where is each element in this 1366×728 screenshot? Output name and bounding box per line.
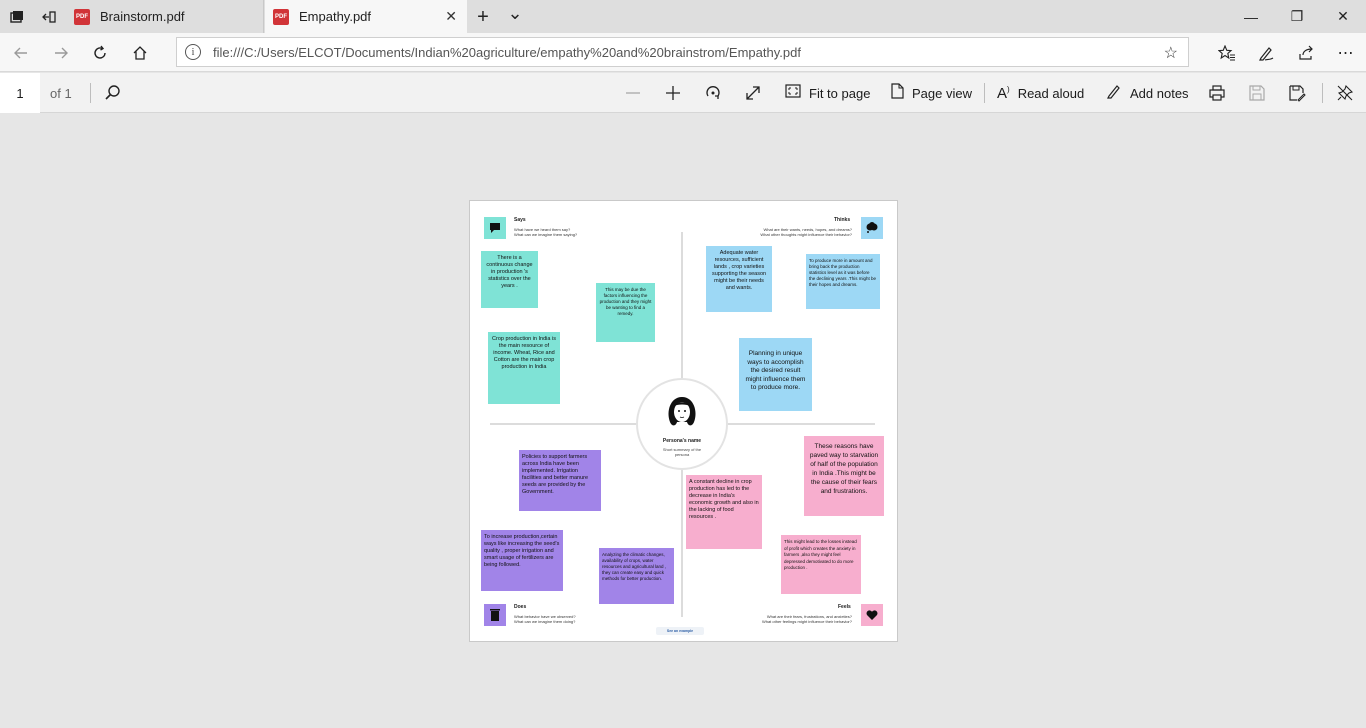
feels-desc-2: What other feelings might influence thei… — [761, 619, 852, 624]
fit-to-page-label: Fit to page — [809, 85, 871, 101]
tab-label: Empathy.pdf — [299, 9, 372, 24]
minimize-button[interactable]: — — [1228, 0, 1274, 33]
sticky-note: Policies to support farmers across India… — [519, 450, 601, 511]
tab-label: Brainstorm.pdf — [100, 9, 185, 24]
maximize-button[interactable]: ❐ — [1274, 0, 1320, 33]
pdf-file-icon: PDF — [273, 8, 289, 25]
tab-brainstorm[interactable]: PDF Brainstorm.pdf — [66, 0, 264, 33]
pin-icon — [1337, 84, 1354, 101]
tab-empathy[interactable]: PDF Empathy.pdf ✕ — [265, 0, 467, 33]
new-tab-icon[interactable]: + — [472, 6, 494, 28]
favorite-star-icon[interactable]: ☆ — [1164, 43, 1178, 63]
set-aside-tabs-icon[interactable] — [38, 6, 60, 28]
says-desc-2: What can we imagine them saying? — [514, 232, 578, 237]
sticky-note: These reasons have paved way to starvati… — [804, 436, 884, 516]
sticky-note: Crop production in India is the main res… — [488, 332, 560, 404]
fit-page-icon — [785, 83, 801, 103]
save-icon — [1249, 85, 1265, 101]
sticky-note: A constant decline in crop production ha… — [686, 475, 762, 549]
sticky-note: Analyzing the climatic changes, availabi… — [599, 548, 674, 604]
page-count: of 1 — [50, 86, 72, 101]
favorites-icon[interactable] — [1214, 40, 1240, 66]
rotate-icon — [706, 86, 720, 99]
site-info-icon[interactable]: i — [185, 44, 201, 60]
search-icon — [105, 85, 120, 100]
plus-icon — [666, 86, 680, 100]
search-button[interactable] — [104, 82, 122, 104]
page-view-icon — [890, 82, 904, 104]
close-tab-icon[interactable]: ✕ — [445, 8, 457, 25]
persona-avatar-icon — [668, 397, 696, 426]
heart-icon — [861, 604, 883, 626]
persona-summary: Short summary of the persona — [662, 447, 702, 457]
speech-bubble-icon — [484, 217, 506, 239]
sticky-note: Adequate water resources, sufficient lan… — [706, 246, 772, 312]
sticky-note: There is a continuous change in producti… — [481, 251, 538, 308]
save-as-button[interactable] — [1288, 82, 1306, 104]
expand-icon — [746, 86, 760, 100]
thinks-title: Thinks — [834, 217, 851, 223]
pen-icon — [1106, 83, 1122, 104]
sticky-note: To increase production,certain ways like… — [481, 530, 563, 591]
print-icon — [1209, 85, 1225, 101]
sticky-note: This may be due the factors influencing … — [596, 283, 655, 342]
fit-to-page-button[interactable]: Fit to page — [785, 82, 870, 104]
back-button[interactable] — [8, 40, 34, 66]
save-as-icon — [1289, 85, 1306, 102]
refresh-icon — [94, 45, 106, 59]
back-arrow-icon — [14, 47, 27, 59]
does-desc-2: What can we imagine them doing? — [514, 619, 576, 624]
read-aloud-button[interactable]: A) Read aloud — [997, 82, 1084, 104]
pdf-page: Says What have we heard them say? What c… — [469, 200, 898, 642]
thinks-desc-2: What other thoughts might influence thei… — [760, 232, 852, 237]
minus-icon — [626, 92, 640, 94]
toolbar-divider — [984, 83, 985, 103]
url-text[interactable]: file:///C:/Users/ELCOT/Documents/Indian%… — [213, 45, 801, 60]
thought-cloud-icon — [861, 217, 883, 239]
see-example-link[interactable]: See an example — [656, 627, 704, 635]
does-title: Does — [514, 604, 527, 610]
share-icon[interactable] — [1293, 40, 1319, 66]
navigation-bar: i file:///C:/Users/ELCOT/Documents/India… — [0, 33, 1366, 72]
page-view-button[interactable]: Page view — [890, 82, 972, 104]
page-number-input[interactable]: 1 — [0, 73, 40, 113]
feels-title: Feels — [838, 604, 851, 610]
sticky-note: Planning in unique ways to accomplish th… — [739, 338, 812, 411]
zoom-out-button[interactable] — [624, 82, 642, 104]
persona-circle: Persona's name Short summary of the pers… — [636, 378, 728, 470]
pdf-toolbar: 1 of 1 Fit to page Page view A) Read alo… — [0, 73, 1366, 113]
save-button[interactable] — [1248, 82, 1266, 104]
tab-list-chevron-icon[interactable]: ⌄ — [504, 2, 526, 24]
rotate-button[interactable] — [704, 82, 722, 104]
window-close-button[interactable]: ✕ — [1320, 0, 1366, 33]
refresh-button[interactable] — [87, 40, 113, 66]
zoom-in-button[interactable] — [664, 82, 682, 104]
tab-bar: PDF Brainstorm.pdf PDF Empathy.pdf ✕ + ⌄… — [0, 0, 1366, 33]
read-aloud-icon: A) — [997, 84, 1010, 102]
toolbar-divider — [90, 83, 91, 103]
trash-can-icon — [484, 604, 506, 626]
forward-arrow-icon — [55, 47, 68, 59]
pdf-file-icon: PDF — [74, 8, 90, 25]
sticky-note: This might lead to the losses instead of… — [781, 535, 861, 594]
toolbar-divider — [1322, 83, 1323, 103]
read-aloud-label: Read aloud — [1017, 85, 1085, 101]
add-notes-button[interactable]: Add notes — [1106, 82, 1189, 104]
pen-notes-icon[interactable] — [1253, 40, 1279, 66]
home-button[interactable] — [127, 40, 153, 66]
add-notes-label: Add notes — [1130, 85, 1189, 101]
persona-name: Persona's name — [662, 438, 702, 444]
says-title: Says — [514, 217, 526, 223]
print-button[interactable] — [1208, 82, 1226, 104]
more-options-icon[interactable]: ⋯ — [1333, 40, 1359, 66]
full-screen-button[interactable] — [744, 82, 762, 104]
address-bar[interactable]: i file:///C:/Users/ELCOT/Documents/India… — [176, 37, 1189, 67]
unpin-toolbar-button[interactable] — [1336, 82, 1354, 104]
page-view-label: Page view — [912, 85, 972, 101]
sticky-note: To produce more in amount and bring back… — [806, 254, 880, 309]
tab-actions-icon[interactable] — [6, 6, 28, 28]
forward-button[interactable] — [48, 40, 74, 66]
home-icon — [133, 46, 147, 60]
